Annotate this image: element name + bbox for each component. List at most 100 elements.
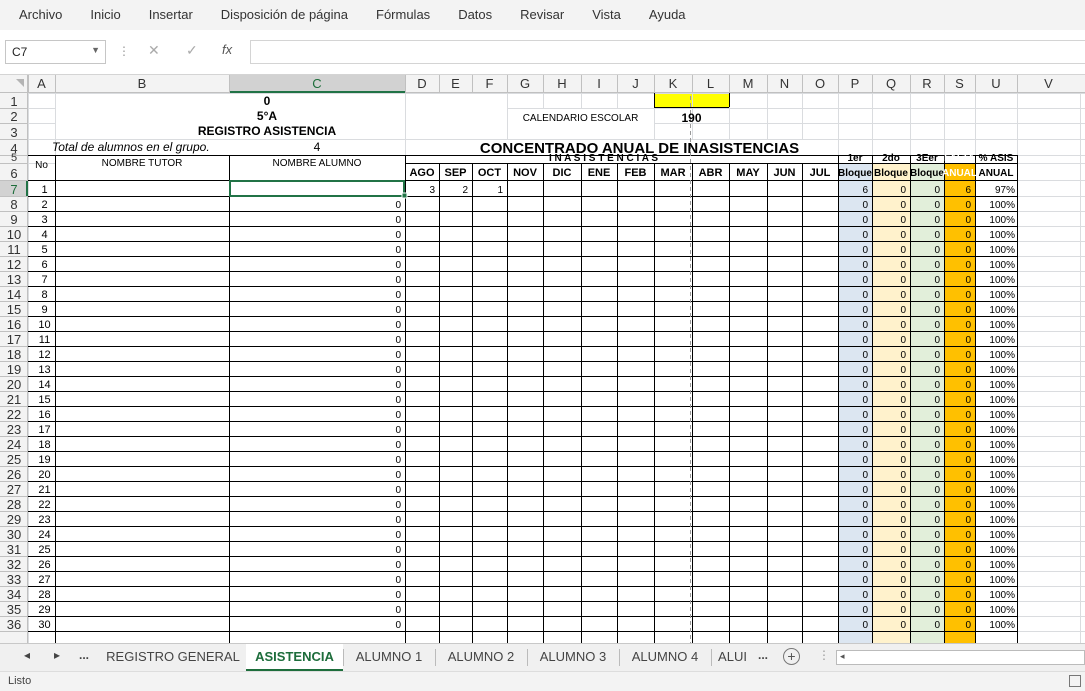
row-header-label: 25 [7, 452, 21, 467]
student-asistencia: 100% [989, 530, 1015, 541]
sheet-tab[interactable]: ALUMNO 2 [435, 644, 527, 671]
menu-item[interactable]: Fórmulas [362, 0, 444, 30]
student-bloque3: 0 [934, 230, 940, 241]
menu-item[interactable]: Ayuda [635, 0, 700, 30]
total-value: 4 [314, 140, 321, 154]
student-asistencia: 100% [989, 605, 1015, 616]
sheet-tab[interactable]: REGISTRO GENERAL [100, 644, 246, 671]
menu-item[interactable]: Revisar [506, 0, 578, 30]
row-header-label: 35 [7, 602, 21, 617]
student-falta: 0 [965, 365, 971, 376]
name-box-dropdown-icon[interactable]: ▼ [91, 45, 100, 55]
inasistencias-label: I N A S I S T E N C I A S [549, 153, 658, 164]
student-bloque3: 0 [934, 290, 940, 301]
student-bloque2: 0 [900, 245, 906, 256]
menu-item[interactable]: Datos [444, 0, 506, 30]
student-name: 0 [395, 410, 401, 421]
group-label: 5°A [257, 109, 277, 123]
student-no: 3 [41, 214, 47, 226]
menu-item[interactable]: Disposición de página [207, 0, 362, 30]
menu-item[interactable]: Archivo [5, 0, 76, 30]
student-falta: 0 [965, 545, 971, 556]
student-name: 0 [395, 575, 401, 586]
add-sheet-icon[interactable]: + [783, 648, 800, 665]
spreadsheet-grid[interactable]: A B C D E F G H I J K L M N O P Q R S U V 1 2 3 4 5 6 7 8 9 10 11 12 13 14… [0, 75, 1085, 643]
student-bloque1: 0 [862, 500, 868, 511]
student-asistencia: 100% [989, 545, 1015, 556]
student-bloque2: 0 [900, 470, 906, 481]
student-falta: 0 [965, 470, 971, 481]
row-header-label: 10 [7, 227, 21, 242]
student-falta: 0 [965, 260, 971, 271]
student-bloque1: 0 [862, 320, 868, 331]
student-asistencia: 100% [989, 470, 1015, 481]
student-no: 22 [38, 499, 50, 511]
insert-function-icon[interactable]: fx [222, 42, 232, 57]
student-name: 0 [395, 605, 401, 616]
row-header-label: 28 [7, 497, 21, 512]
tab-prev-icon[interactable]: ◂ [24, 648, 30, 662]
student-falta: 0 [965, 590, 971, 601]
fill-handle[interactable] [401, 192, 408, 199]
student-bloque2: 0 [900, 335, 906, 346]
student-falta: 0 [965, 305, 971, 316]
enter-icon[interactable]: ✓ [186, 42, 198, 59]
sheet-tab-active[interactable]: ASISTENCIA [246, 644, 343, 671]
sheet-tab[interactable]: ALUI [711, 644, 754, 671]
row-header-label: 9 [10, 212, 17, 227]
student-bloque1: 0 [862, 605, 868, 616]
student-bloque2: 0 [900, 560, 906, 571]
menu-item[interactable]: Insertar [135, 0, 207, 30]
active-cell[interactable] [229, 180, 405, 197]
tutor-header: NOMBRE TUTOR [102, 158, 183, 169]
student-bloque2: 0 [900, 575, 906, 586]
student-no: 14 [38, 379, 50, 391]
student-no: 9 [41, 304, 47, 316]
horizontal-scrollbar[interactable]: ◂ [836, 650, 1085, 665]
sheet-tab[interactable]: ALUMNO 3 [527, 644, 619, 671]
row-header-label: 12 [7, 257, 21, 272]
month-header: FEB [625, 167, 647, 179]
menu-item[interactable]: Vista [578, 0, 635, 30]
student-bloque3: 0 [934, 530, 940, 541]
student-no: 19 [38, 454, 50, 466]
column-header-label: B [138, 76, 147, 91]
student-bloque3: 0 [934, 215, 940, 226]
tab-next-icon[interactable]: ▸ [54, 648, 60, 662]
student-oct: 1 [497, 185, 503, 196]
column-header-label: R [922, 76, 931, 91]
student-bloque3: 0 [934, 200, 940, 211]
column-header-label: O [815, 76, 825, 91]
splitter-grip-icon[interactable]: ⋮ [818, 648, 830, 662]
status-bar: Listo [0, 671, 1085, 691]
student-bloque3: 0 [934, 425, 940, 436]
month-header: ENE [588, 167, 611, 179]
formula-input[interactable] [250, 40, 1085, 64]
menu-item[interactable]: Inicio [76, 0, 134, 30]
student-bloque1: 0 [862, 575, 868, 586]
column-header-label: M [743, 76, 754, 91]
bloque1-header-top: 1er [847, 153, 862, 164]
name-box[interactable]: C7 ▼ [5, 40, 106, 64]
student-name: 0 [395, 290, 401, 301]
row-header-label: 2 [10, 109, 17, 124]
student-asistencia: 100% [989, 215, 1015, 226]
student-bloque2: 0 [900, 200, 906, 211]
student-asistencia: 100% [989, 620, 1015, 631]
bloque2-header-bottom: Bloque [874, 168, 908, 179]
sheet-tab[interactable]: ALUMNO 4 [619, 644, 711, 671]
student-falta: 0 [965, 560, 971, 571]
student-bloque2: 0 [900, 455, 906, 466]
student-asistencia: 100% [989, 365, 1015, 376]
student-name: 0 [395, 530, 401, 541]
scroll-left-icon[interactable]: ◂ [840, 651, 845, 662]
student-bloque3: 0 [934, 410, 940, 421]
tab-more-left[interactable]: ... [79, 648, 89, 662]
row-header-label: 26 [7, 467, 21, 482]
page-view-icon[interactable] [1069, 675, 1081, 687]
cancel-icon[interactable]: ✕ [148, 42, 160, 59]
sheet-tab[interactable]: ALUMNO 1 [343, 644, 435, 671]
student-falta: 0 [965, 350, 971, 361]
tab-more-right[interactable]: ... [758, 648, 768, 662]
student-asistencia: 100% [989, 575, 1015, 586]
